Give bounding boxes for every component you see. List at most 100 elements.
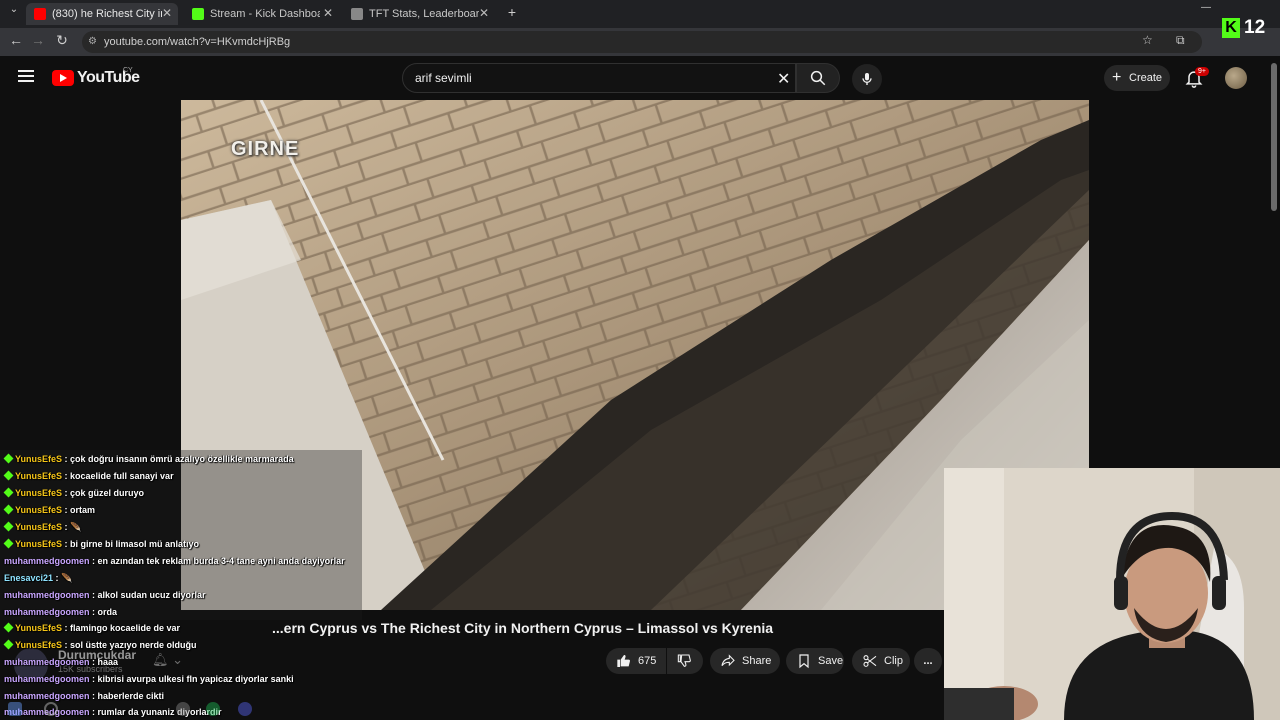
microphone-icon <box>862 73 872 85</box>
close-tab-icon[interactable]: ✕ <box>323 6 333 20</box>
chat-separator: : <box>89 674 98 684</box>
chat-message: muhammedgoomen : orda <box>4 607 117 617</box>
search-query: arif sevimli <box>415 71 472 85</box>
youtube-header: YouTube CY arif sevimli ✕ + Create 9+ <box>0 56 1280 100</box>
kick-favicon-icon <box>192 8 204 20</box>
minimize-window-icon[interactable]: — <box>1196 2 1216 13</box>
chat-separator: : <box>89 590 98 600</box>
browser-toolbar: ← → ↻ ⚙ youtube.com/watch?v=HKvmdcHjRBg … <box>0 28 1280 56</box>
create-label: Create <box>1129 72 1163 84</box>
chat-separator: : <box>62 640 71 650</box>
plus-icon: + <box>1112 69 1122 86</box>
subscriber-badge-icon <box>3 538 14 549</box>
page-scrollbar[interactable] <box>1271 63 1277 211</box>
chat-separator: : <box>62 471 71 481</box>
more-dots-icon: ... <box>923 655 933 667</box>
share-icon <box>721 654 735 667</box>
chat-message: muhammedgoomen : kibrisi avurpa ulkesi f… <box>4 674 294 684</box>
subscriber-badge-icon <box>3 453 14 464</box>
chat-username: YunusEfeS <box>15 505 63 515</box>
forward-arrow-icon[interactable]: → <box>28 32 48 48</box>
bookmark-star-icon[interactable]: ☆ <box>1142 33 1153 47</box>
chat-username: muhammedgoomen <box>4 590 90 600</box>
chat-username: muhammedgoomen <box>4 556 90 566</box>
chat-username: Enesavci21 <box>4 573 54 583</box>
chat-username: YunusEfeS <box>15 522 63 532</box>
chat-separator: : <box>89 607 98 617</box>
kick-viewer-overlay: K 12 <box>1220 17 1278 40</box>
tab-tft-stats[interactable]: TFT Stats, Leaderboards, League ✕ <box>343 3 495 25</box>
url-bar[interactable]: ⚙ youtube.com/watch?v=HKvmdcHjRBg <box>82 31 1202 53</box>
chat-username: YunusEfeS <box>15 539 63 549</box>
chat-text: çok doğru insanın ömrü azalıyo özellikle… <box>70 454 294 464</box>
chat-username: muhammedgoomen <box>4 657 90 667</box>
youtube-play-icon <box>52 70 74 86</box>
os-taskbar <box>0 700 270 720</box>
chat-message: YunusEfeS : kocaelide full sanayi var <box>3 470 174 481</box>
save-button[interactable]: Save <box>786 648 844 674</box>
chat-message: muhammedgoomen : en azından tek reklam b… <box>4 556 345 566</box>
new-tab-button[interactable]: + <box>502 4 522 20</box>
back-arrow-icon[interactable]: ← <box>6 32 26 48</box>
chat-text: 🪶 <box>61 573 73 583</box>
share-label: Share <box>742 655 772 667</box>
chat-text: ortam <box>70 505 96 515</box>
tab-search-icon[interactable]: ⌄ <box>4 4 24 15</box>
chat-separator: : <box>89 657 98 667</box>
chat-message: YunusEfeS : bi girne bi limasol mü anlat… <box>3 538 200 549</box>
country-code: CY <box>123 67 133 74</box>
close-tab-icon[interactable]: ✕ <box>479 6 489 20</box>
search-icon <box>810 70 826 86</box>
clear-search-icon[interactable]: ✕ <box>777 69 790 89</box>
subscriber-badge-icon <box>3 622 14 633</box>
taskbar-search-icon[interactable] <box>44 702 58 716</box>
chat-username: YunusEfeS <box>15 640 63 650</box>
chat-separator: : <box>62 539 71 549</box>
spotify-icon[interactable] <box>206 702 220 716</box>
chat-username: muhammedgoomen <box>4 674 90 684</box>
chat-username: YunusEfeS <box>15 454 63 464</box>
start-menu-icon[interactable] <box>8 702 22 716</box>
chat-message: muhammedgoomen : haaa <box>4 657 118 667</box>
search-input[interactable]: arif sevimli ✕ <box>402 63 796 93</box>
chat-text: kibrisi avurpa ulkesi fln yapicaz diyorl… <box>97 674 294 684</box>
chat-text: en azından tek reklam burda 3-4 tane ayn… <box>97 556 345 566</box>
extensions-icon[interactable]: ⧉ <box>1176 33 1185 48</box>
chat-separator: : <box>53 573 62 583</box>
discord-icon[interactable] <box>238 702 252 716</box>
clip-label: Clip <box>884 655 903 667</box>
scissors-icon <box>863 655 877 667</box>
chat-username: YunusEfeS <box>15 623 63 633</box>
chat-text: flamingo kocaelide de var <box>70 623 181 633</box>
like-count: 675 <box>638 655 657 667</box>
clip-button[interactable]: Clip <box>852 648 910 674</box>
chat-separator: : <box>62 623 71 633</box>
site-info-icon[interactable]: ⚙ <box>88 31 97 53</box>
chat-separator: : <box>62 454 71 464</box>
viewer-count: 12 <box>1244 17 1266 38</box>
chat-text: bi girne bi limasol mü anlatıyo <box>70 539 200 549</box>
chat-username: YunusEfeS <box>15 471 63 481</box>
like-button[interactable]: 675 <box>606 648 666 674</box>
search-button[interactable] <box>796 63 840 93</box>
video-location-caption: GIRNE <box>231 138 300 160</box>
voice-search-button[interactable] <box>852 64 882 94</box>
share-button[interactable]: Share <box>710 648 780 674</box>
chat-message: Enesavci21 : 🪶 <box>4 573 72 584</box>
close-tab-icon[interactable]: ✕ <box>162 6 172 20</box>
more-actions-button[interactable]: ... <box>914 648 942 674</box>
chat-username: YunusEfeS <box>15 488 63 498</box>
create-button[interactable]: + Create <box>1104 65 1170 91</box>
tab-label: (830) he Richest City in Souther <box>52 8 162 20</box>
account-avatar[interactable] <box>1225 67 1247 89</box>
chat-text: kocaelide full sanayi var <box>70 471 174 481</box>
reload-icon[interactable]: ↻ <box>52 32 72 49</box>
chat-message: muhammedgoomen : alkol sudan ucuz diyorl… <box>4 590 206 600</box>
tab-kick-dashboard[interactable]: Stream - Kick Dashboard ✕ <box>184 3 339 25</box>
hamburger-menu-icon[interactable] <box>18 70 34 82</box>
tab-youtube[interactable]: (830) he Richest City in Souther ✕ <box>26 3 178 25</box>
chat-separator: : <box>62 505 71 515</box>
chat-separator: : <box>62 488 71 498</box>
taskbar-app-icon[interactable] <box>176 702 190 716</box>
dislike-button[interactable] <box>667 648 703 674</box>
